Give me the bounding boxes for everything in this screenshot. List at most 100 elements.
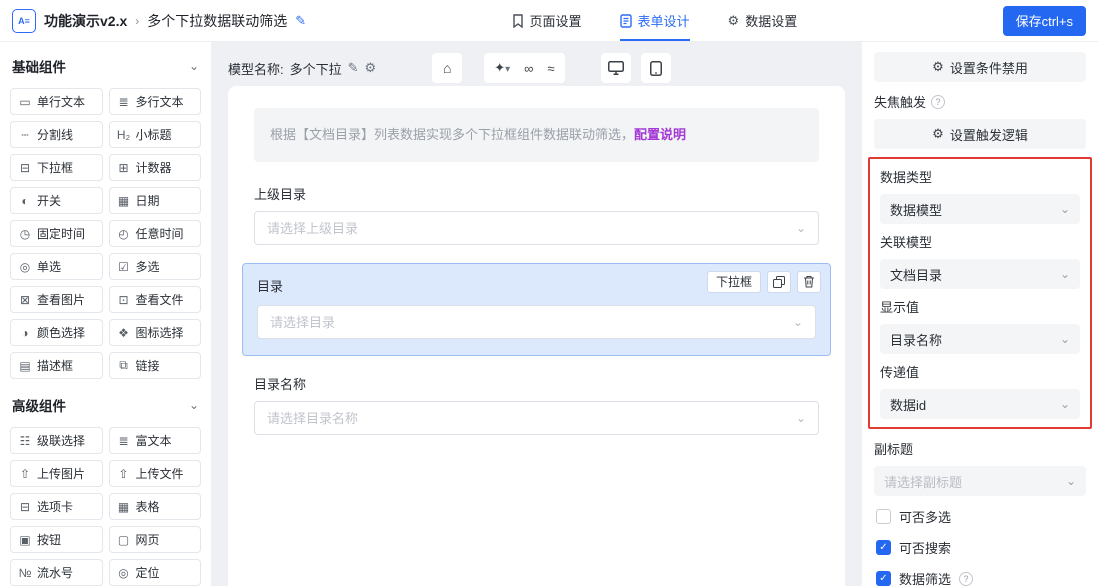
data-filter-checkbox[interactable]: ✓ [876, 571, 891, 586]
component-item[interactable]: ◐开关 [10, 187, 103, 214]
component-item[interactable]: ⊡查看文件 [109, 286, 202, 313]
component-icon: ⊠ [18, 293, 32, 307]
component-icon: ▢ [117, 533, 131, 547]
component-item[interactable]: ▣按钮 [10, 526, 103, 553]
tab-page-settings[interactable]: 页面设置 [512, 0, 582, 41]
component-item[interactable]: ┄分割线 [10, 121, 103, 148]
related-model-select[interactable]: 文档目录 ⌄ [880, 259, 1080, 289]
component-label: 查看图片 [37, 291, 85, 308]
component-item[interactable]: ☑多选 [109, 253, 202, 280]
component-item[interactable]: ⇧上传文件 [109, 460, 202, 487]
form-field-directory-selected[interactable]: 下拉框 目录 请选择目录 ⌄ [242, 263, 831, 356]
component-label: 下拉框 [37, 159, 73, 176]
component-item[interactable]: ⧉链接 [109, 352, 202, 379]
gear-icon: ⚙ [728, 13, 740, 29]
model-settings-gear-icon[interactable]: ⚙ [365, 60, 377, 76]
component-item[interactable]: ◎定位 [109, 559, 202, 586]
config-docs-link[interactable]: 配置说明 [634, 127, 686, 142]
preview-device-toggle [601, 53, 671, 83]
component-label: 图标选择 [136, 324, 184, 341]
related-model-label: 关联模型 [880, 232, 1080, 251]
field-label: 上级目录 [254, 184, 819, 203]
edit-title-icon[interactable]: ✎ [295, 13, 306, 29]
component-item[interactable]: ⊟选项卡 [10, 493, 103, 520]
component-item[interactable]: ◑颜色选择 [10, 319, 103, 346]
tab-data-settings[interactable]: ⚙ 数据设置 [728, 0, 798, 41]
save-button[interactable]: 保存ctrl+s [1003, 6, 1086, 36]
component-item[interactable]: ◴任意时间 [109, 220, 202, 247]
select-value: 数据id [890, 395, 926, 414]
signature-button[interactable]: ≈ [547, 61, 554, 76]
component-item[interactable]: ≣富文本 [109, 427, 202, 454]
checkbox-label: 可否多选 [899, 507, 951, 526]
form-field-directory-name[interactable]: 目录名称 请选择目录名称 ⌄ [254, 374, 819, 435]
component-item[interactable]: ⊞计数器 [109, 154, 202, 181]
section-advanced-components[interactable]: 高级组件 ⌄ [12, 395, 199, 415]
label-text: 传递值 [880, 362, 919, 381]
subtitle-select[interactable]: 请选择副标题 ⌄ [874, 466, 1086, 496]
copy-icon [773, 276, 785, 288]
set-condition-disable-button[interactable]: ⚙ 设置条件禁用 [874, 52, 1086, 82]
select-value: 目录名称 [890, 330, 942, 349]
canvas-toolbar: 模型名称: 多个下拉 ✎ ⚙ ⌂ ✦▾ ∞ ≈ [228, 50, 845, 86]
display-value-select[interactable]: 目录名称 ⌄ [880, 324, 1080, 354]
building-icon: ⌂ [443, 60, 451, 76]
app-logo[interactable]: A≡ [12, 9, 36, 33]
banner-text: 根据【文档目录】列表数据实现多个下拉框组件数据联动筛选， [270, 127, 634, 142]
component-item[interactable]: ◎单选 [10, 253, 103, 280]
component-item[interactable]: №流水号 [10, 559, 103, 586]
chevron-down-icon: ⌄ [793, 315, 803, 329]
data-type-select[interactable]: 数据模型 ⌄ [880, 194, 1080, 224]
component-item[interactable]: ▦日期 [109, 187, 202, 214]
desktop-preview-button[interactable] [601, 53, 631, 83]
link-button[interactable]: ∞ [524, 61, 533, 76]
pass-value-select[interactable]: 数据id ⌄ [880, 389, 1080, 419]
component-item[interactable]: ▢网页 [109, 526, 202, 553]
component-item[interactable]: ◷固定时间 [10, 220, 103, 247]
component-item[interactable]: ⊟下拉框 [10, 154, 103, 181]
field-label: 目录名称 [254, 374, 819, 393]
component-item[interactable]: ❖图标选择 [109, 319, 202, 346]
component-library-button[interactable]: ⌂ [432, 53, 462, 83]
component-item[interactable]: ▦表格 [109, 493, 202, 520]
component-item[interactable]: ⇧上传图片 [10, 460, 103, 487]
tab-form-design[interactable]: 表单设计 [620, 0, 690, 41]
component-label: 上传文件 [136, 465, 184, 482]
component-item[interactable]: ☷级联选择 [10, 427, 103, 454]
delete-field-button[interactable] [797, 271, 821, 293]
directory-select[interactable]: 请选择目录 ⌄ [257, 305, 816, 339]
component-item[interactable]: ≣多行文本 [109, 88, 202, 115]
component-item[interactable]: ▭单行文本 [10, 88, 103, 115]
directory-name-select[interactable]: 请选择目录名称 ⌄ [254, 401, 819, 435]
trash-icon [803, 275, 815, 288]
component-label: 多行文本 [136, 93, 184, 110]
searchable-checkbox[interactable]: ✓ [876, 540, 891, 555]
set-trigger-logic-button[interactable]: ⚙ 设置触发逻辑 [874, 119, 1086, 149]
component-icon: ☑ [117, 260, 131, 274]
multi-select-checkbox[interactable] [876, 509, 891, 524]
blur-trigger-label: 失焦触发 ? [874, 92, 1086, 111]
magic-wand-dropdown-button[interactable]: ✦▾ [494, 60, 510, 76]
component-icon: ▭ [18, 95, 32, 109]
monitor-icon [608, 61, 624, 75]
parent-directory-select[interactable]: 请选择上级目录 ⌄ [254, 211, 819, 245]
section-basic-components[interactable]: 基础组件 ⌄ [12, 56, 199, 76]
component-label: 链接 [136, 357, 160, 374]
component-icon: № [18, 566, 32, 580]
component-label: 选项卡 [37, 498, 73, 515]
tablet-preview-button[interactable] [641, 53, 671, 83]
help-icon[interactable]: ? [959, 572, 973, 586]
component-icon: ▤ [18, 359, 32, 373]
component-item[interactable]: ▤描述框 [10, 352, 103, 379]
info-banner: 根据【文档目录】列表数据实现多个下拉框组件数据联动筛选，配置说明 [254, 108, 819, 162]
help-icon[interactable]: ? [931, 95, 945, 109]
component-item[interactable]: ⊠ 查看图片 [10, 286, 103, 313]
component-item[interactable]: H₂小标题 [109, 121, 202, 148]
display-value-label: 显示值 [880, 297, 1080, 316]
topbar: A≡ 功能演示v2.x › 多个下拉数据联动筛选 ✎ 页面设置 表单设计 ⚙ 数… [0, 0, 1098, 42]
component-label: 任意时间 [136, 225, 184, 242]
copy-field-button[interactable] [767, 271, 791, 293]
edit-model-name-icon[interactable]: ✎ [348, 60, 359, 76]
form-field-parent-directory[interactable]: 上级目录 请选择上级目录 ⌄ [254, 184, 819, 245]
label-text: 显示值 [880, 297, 919, 316]
